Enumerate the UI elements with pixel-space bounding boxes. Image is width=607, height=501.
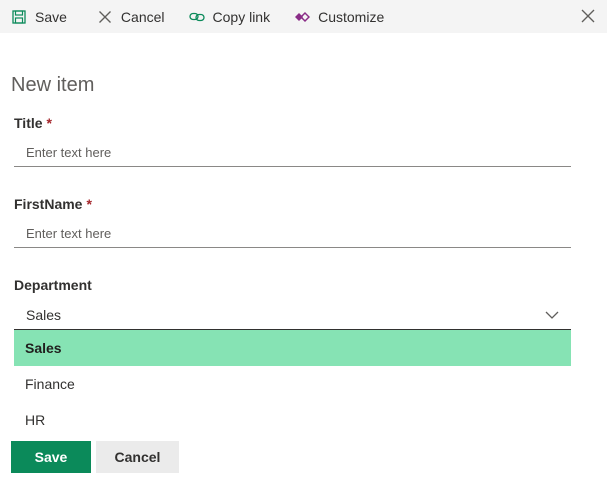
power-apps-icon (294, 9, 311, 25)
toolbar-copy-link-label: Copy link (212, 8, 271, 25)
close-panel-button[interactable] (578, 6, 598, 26)
department-field-label: Department (14, 277, 92, 293)
toolbar-customize-label: Customize (318, 8, 385, 25)
chevron-down-icon (545, 311, 559, 319)
toolbar-copy-link-button[interactable]: Copy link (173, 0, 279, 33)
firstname-label-text: FirstName (14, 196, 83, 212)
department-option-hr[interactable]: HR (14, 402, 571, 438)
cancel-button[interactable]: Cancel (96, 441, 179, 473)
department-option-finance[interactable]: Finance (14, 366, 571, 402)
toolbar-customize-button[interactable]: Customize (278, 0, 392, 33)
firstname-field-label: FirstName * (14, 196, 92, 212)
x-icon (97, 9, 113, 25)
firstname-required-mark: * (86, 196, 92, 212)
title-label-text: Title (14, 115, 43, 131)
department-option-sales[interactable]: Sales (14, 330, 571, 366)
toolbar-save-label: Save (35, 8, 67, 25)
department-selected-value: Sales (26, 307, 62, 323)
title-field-label: Title * (14, 115, 52, 131)
firstname-input[interactable] (14, 220, 571, 248)
close-icon (581, 9, 595, 23)
title-input[interactable] (14, 139, 571, 167)
link-icon (188, 9, 205, 25)
department-dropdown[interactable]: Sales (14, 301, 571, 330)
toolbar-cancel-label: Cancel (120, 8, 165, 25)
title-required-mark: * (46, 115, 52, 131)
toolbar-save-button[interactable]: Save (0, 0, 75, 33)
form-title: New item (11, 74, 95, 96)
toolbar-cancel-button[interactable]: Cancel (75, 0, 173, 33)
command-bar: Save Cancel Copy link Customize (0, 0, 607, 33)
save-button[interactable]: Save (11, 441, 91, 473)
floppy-disk-icon (11, 9, 27, 25)
department-options-list: Sales Finance HR (14, 330, 571, 438)
